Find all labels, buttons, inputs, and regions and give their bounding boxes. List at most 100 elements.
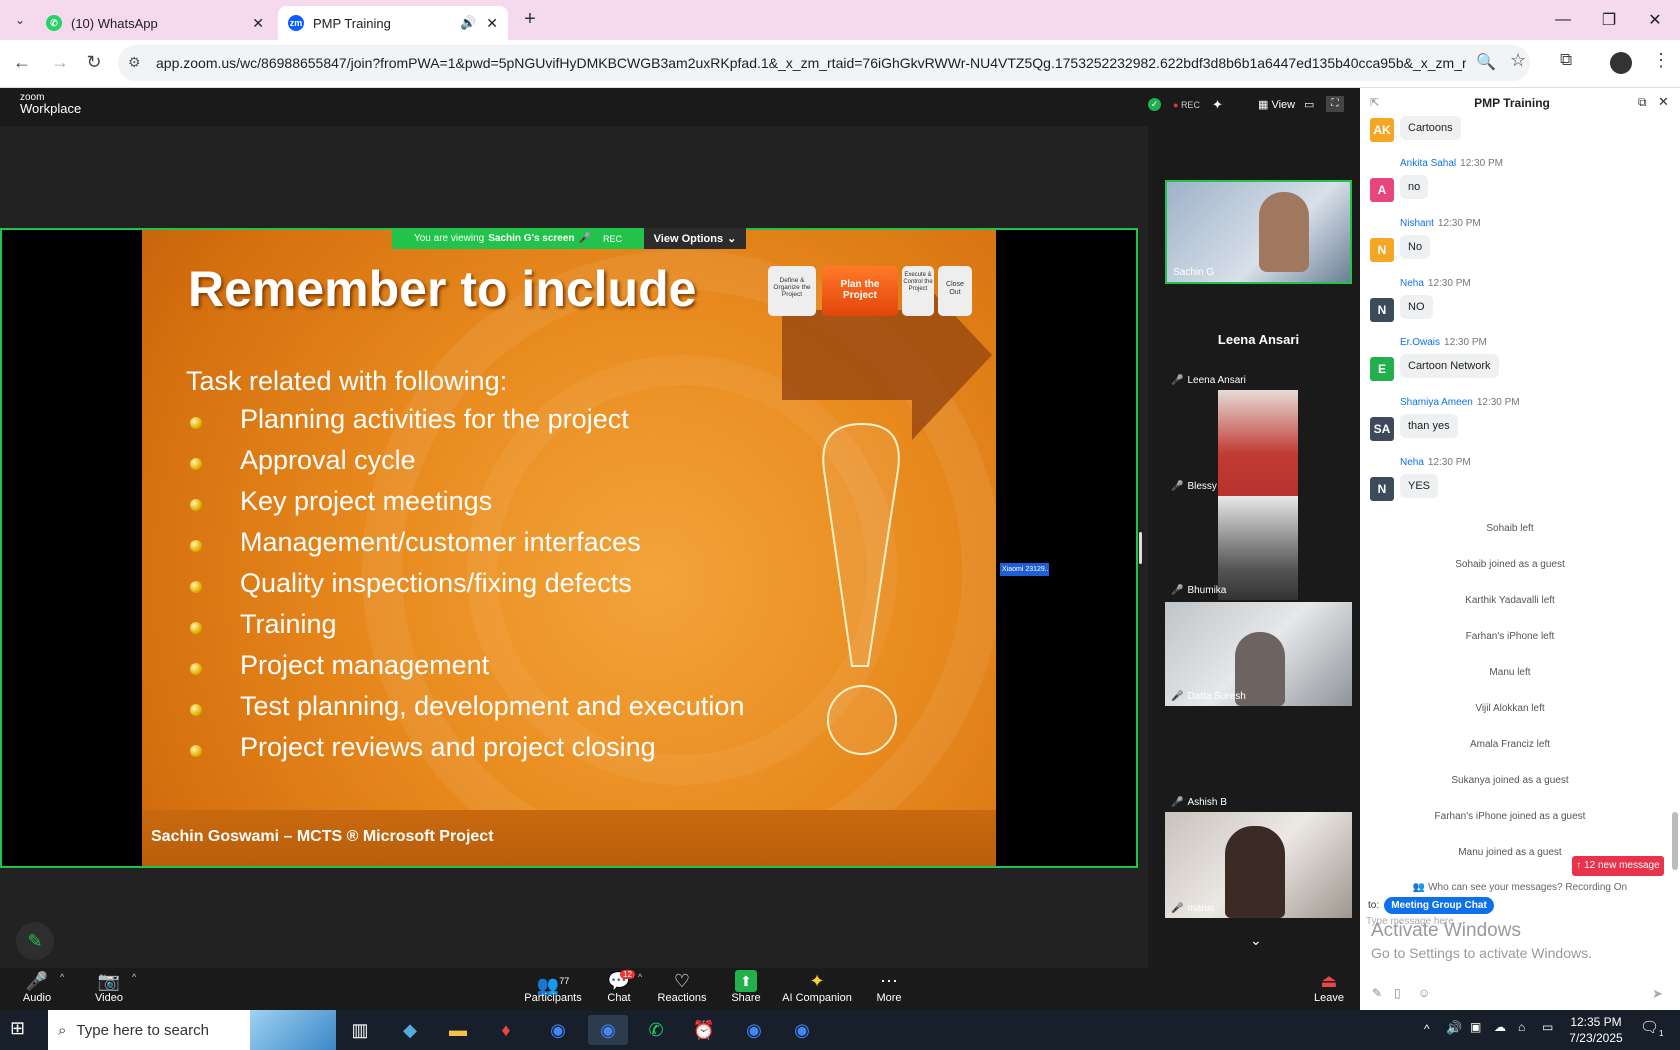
participant-name-large: Leena Ansari [1217,332,1300,347]
search-icon: ⌕ [58,1021,67,1039]
tab-title: PMP Training [313,15,391,31]
site-info-icon[interactable]: ⚙ [128,54,141,71]
recording-indicator[interactable]: ● REC [1173,100,1200,110]
avatar: AK [1370,118,1394,142]
video-tile[interactable]: 🎤 Bhumika [1165,496,1352,600]
send-icon[interactable]: ➤ [1652,986,1663,1002]
volume-icon[interactable]: 🔊 [1446,1020,1462,1036]
video-tile[interactable]: Leena Ansari 🎤 Leena Ansari [1165,290,1352,390]
minimize-button[interactable]: — [1540,0,1586,40]
message-text: YES [1400,474,1439,498]
more-button[interactable]: ⋯ More [874,970,904,1004]
video-tile[interactable]: 🎤 mansi [1165,812,1352,918]
tab-whatsapp[interactable]: ✆ (10) WhatsApp ✕ [36,6,274,40]
file-icon[interactable]: ▯ [1394,986,1401,1000]
close-tab-icon[interactable]: ✕ [252,15,264,32]
close-window-button[interactable]: ✕ [1632,0,1678,40]
chat-options-chevron[interactable]: ^ [638,972,642,982]
recipient-selector[interactable]: Meeting Group Chat [1384,897,1494,914]
audio-button[interactable]: 🎤 Audio [20,970,54,1004]
tray-chevron-icon[interactable]: ^ [1424,1022,1430,1036]
video-tile[interactable]: 🎤 Ashish B [1165,708,1352,812]
video-tile[interactable]: 🎤 Datta Suresh [1165,602,1352,706]
network-icon[interactable]: ⌂ [1518,1020,1525,1034]
tab-list-dropdown[interactable]: ⌄ [8,10,32,30]
search-highlight-image [250,1010,336,1050]
video-tile[interactable]: Sachin G [1165,180,1352,284]
chrome-icon[interactable]: ◉ [588,1015,628,1045]
chrome-icon[interactable]: ◉ [782,1015,822,1045]
zoom-search-icon[interactable]: 🔍 [1476,52,1496,72]
chat-popout-icon[interactable]: ⧉ [1638,95,1647,110]
emoji-icon[interactable]: ☺ [1418,986,1430,1000]
watermark-line1: Activate Windows [1371,920,1521,941]
audio-options-chevron[interactable]: ^ [60,972,64,982]
chrome-icon[interactable]: ◉ [734,1015,774,1045]
participants-button[interactable]: 👥77 Participants [524,970,581,1004]
clock-date: 7/23/2025 [1569,1031,1623,1045]
whatsapp-icon[interactable]: ✆ [636,1015,676,1045]
video-feed [1218,390,1298,496]
tab-pmp-training[interactable]: zm PMP Training 🔊 ✕ [278,6,508,40]
rec-label: REC [1180,100,1200,110]
start-button[interactable]: ⊞ [10,1018,25,1039]
view-button[interactable]: ▦ View [1258,98,1295,111]
video-options-chevron[interactable]: ^ [132,972,136,982]
video-tile[interactable]: 🎤 Blessy [1165,390,1352,496]
file-explorer-icon[interactable]: ▬ [438,1015,478,1045]
close-tab-icon[interactable]: ✕ [486,15,498,32]
video-button[interactable]: 📷 Video [92,970,126,1004]
slide-title: Remember to include [188,261,697,317]
message-text: No [1400,235,1431,259]
format-icon[interactable]: ✎ [1372,986,1382,1000]
meet-now-icon[interactable]: ▣ [1470,1020,1481,1034]
ai-companion-button[interactable]: ✦ AI Companion [782,970,852,1004]
forward-button[interactable]: → [46,48,74,76]
display-icon[interactable]: ▭ [1542,1020,1553,1034]
fullscreen-icon[interactable]: ⛶ [1326,96,1344,112]
copilot-icon[interactable]: ◆ [390,1015,430,1045]
weather-icon[interactable]: ☁ [1494,1020,1506,1034]
system-message: Vijil Alokkan left [1475,703,1545,714]
chat-scrollbar[interactable] [1672,812,1678,870]
gallery-scroll-down-icon[interactable]: ⌄ [1250,932,1262,949]
ai-sparkle-icon[interactable]: ✦ [1212,97,1223,113]
gallery-resize-handle[interactable] [1139,532,1142,564]
task-view-icon[interactable]: ▥ [340,1015,380,1045]
url-text[interactable]: app.zoom.us/wc/86988655847/join?fromPWA=… [156,55,1466,71]
extensions-icon[interactable]: ⧉ [1560,50,1572,70]
annotate-button[interactable]: ✎ [16,922,54,960]
visibility-notice[interactable]: 👥 Who can see your messages? Recording O… [1360,882,1680,893]
speaker-icon[interactable]: 🔊 [460,15,476,31]
reactions-button[interactable]: ♡ Reactions [658,970,707,1004]
restore-button[interactable]: ❐ [1586,0,1632,40]
leave-button[interactable]: ⏏ Leave [1314,970,1344,1004]
bullet-icon [190,581,202,593]
search-placeholder: Type here to search [76,1021,209,1039]
bookmark-star-icon[interactable]: ☆ [1510,50,1526,71]
profile-avatar[interactable] [1610,52,1632,74]
leave-label: Leave [1314,992,1344,1004]
share-button[interactable]: ⬆ Share [730,970,762,1004]
slide-footer: Sachin Goswami – MCTS ® Microsoft Projec… [151,828,494,845]
notification-center-icon[interactable]: 🗨1 [1640,1018,1664,1038]
app-icon[interactable]: ♦ [486,1015,526,1045]
view-options-button[interactable]: View Options ⌄ [644,228,746,249]
reload-button[interactable]: ↻ [80,48,108,76]
message-text: no [1400,175,1429,199]
taskbar-search[interactable]: ⌕ Type here to search [48,1010,336,1050]
pip-icon[interactable]: ▭ [1304,98,1314,111]
browser-menu-icon[interactable]: ⋮ [1652,50,1670,71]
system-message: Sohaib joined as a guest [1455,559,1565,570]
new-message-button[interactable]: ↑ 12 new message [1572,856,1664,876]
taskbar-clock[interactable]: 12:35 PM 7/23/2025 [1566,1014,1626,1046]
back-button[interactable]: ← [8,48,36,76]
encryption-shield-icon[interactable]: ✓ [1148,98,1161,111]
chat-close-icon[interactable]: ✕ [1658,94,1669,110]
participant-name: Sachin G [1173,267,1215,278]
chrome-icon[interactable]: ◉ [538,1015,578,1045]
alarm-clock-icon[interactable]: ⏰ [684,1015,724,1045]
new-tab-button[interactable]: + [516,8,544,34]
chat-message: N Neha 12:30 PM NO [1370,278,1670,330]
chat-title: PMP Training [1474,96,1550,110]
